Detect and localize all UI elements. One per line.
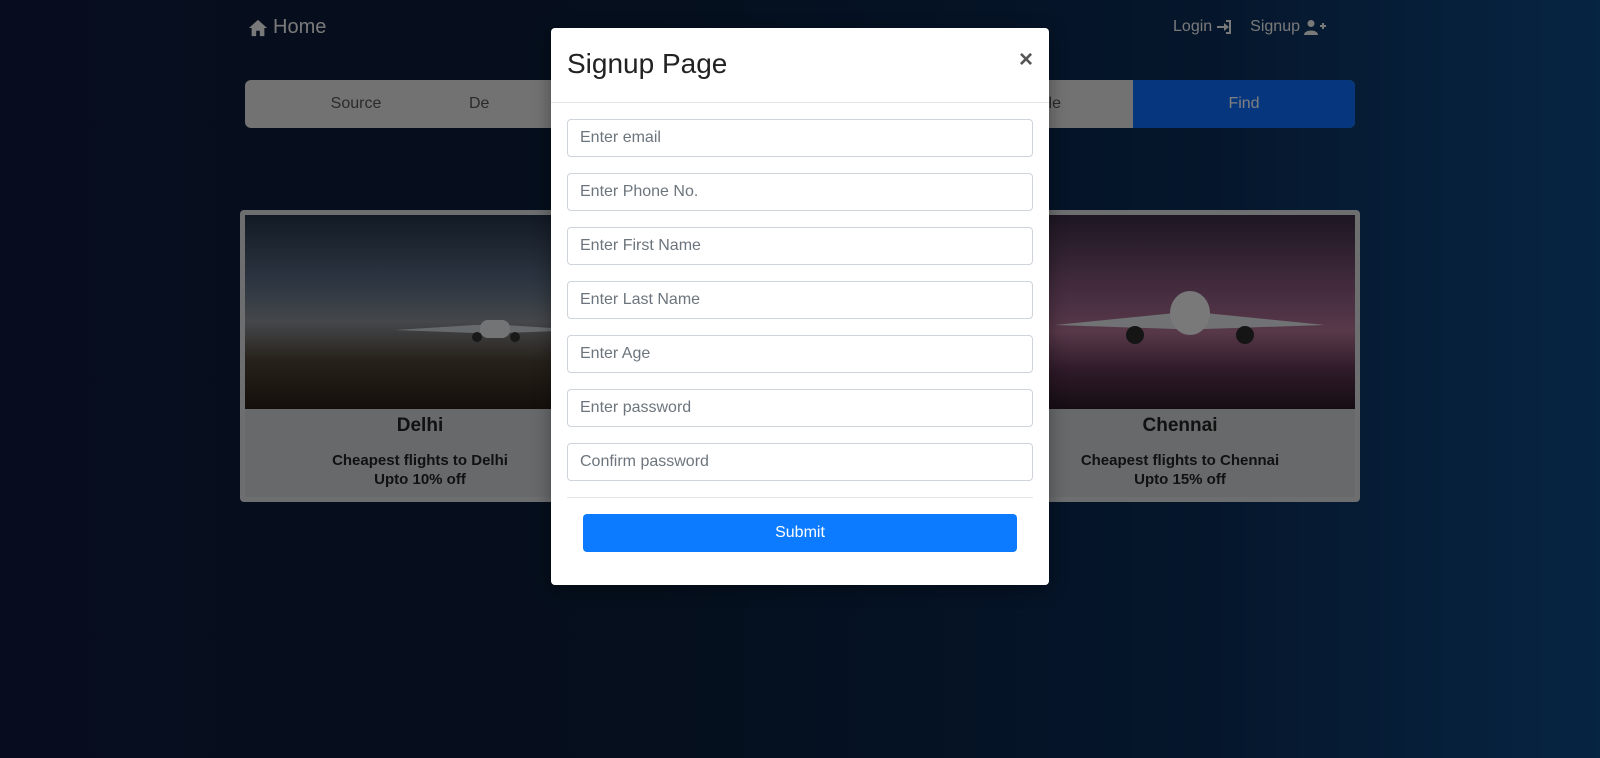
confirm-password-field[interactable] <box>567 443 1033 481</box>
age-field[interactable] <box>567 335 1033 373</box>
phone-field[interactable] <box>567 173 1033 211</box>
last-name-field[interactable] <box>567 281 1033 319</box>
signup-modal: Signup Page × Submit <box>551 28 1049 585</box>
email-field[interactable] <box>567 119 1033 157</box>
submit-button[interactable]: Submit <box>583 514 1017 552</box>
signup-form <box>567 119 1033 497</box>
modal-title: Signup Page <box>567 48 728 79</box>
close-button[interactable]: × <box>1019 46 1033 74</box>
first-name-field[interactable] <box>567 227 1033 265</box>
password-field[interactable] <box>567 389 1033 427</box>
footer-divider <box>567 497 1033 498</box>
modal-header: Signup Page × <box>551 28 1049 103</box>
